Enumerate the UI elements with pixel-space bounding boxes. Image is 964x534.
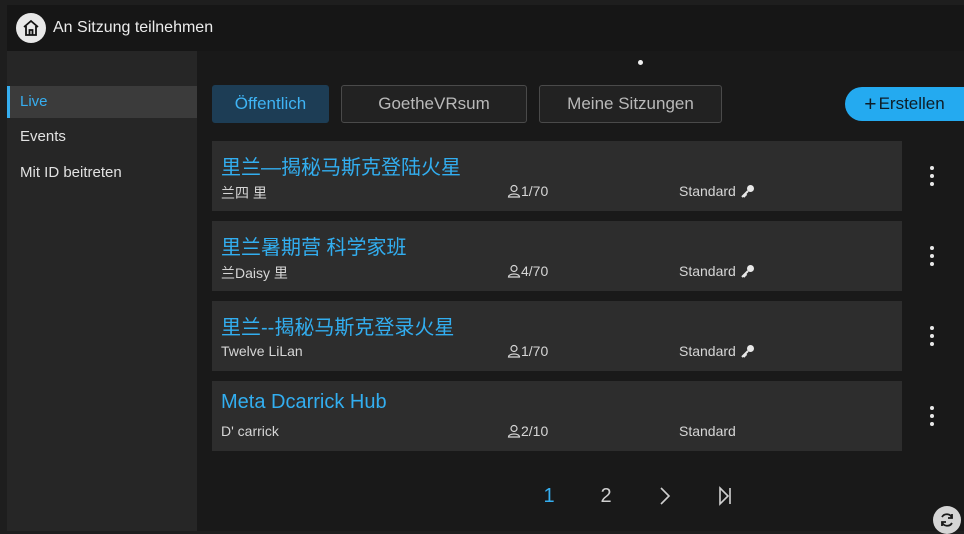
create-button-label: Erstellen xyxy=(878,94,945,113)
session-title: 里兰—揭秘马斯克登陆火星 xyxy=(221,157,461,179)
key-icon xyxy=(741,265,754,278)
page-indicator-dot xyxy=(638,60,643,65)
session-type-label: Standard xyxy=(679,343,736,359)
more-options-icon[interactable] xyxy=(917,221,947,291)
session-user-count: 2/10 xyxy=(521,423,549,439)
main-panel: Öffentlich GoetheVRsum Meine Sitzungen +… xyxy=(197,51,964,534)
session-user-count: 1/70 xyxy=(521,343,549,359)
sidebar-item-live[interactable]: Live xyxy=(7,86,197,118)
user-icon xyxy=(507,424,521,438)
session-user-count: 4/70 xyxy=(521,263,549,279)
page-2-button[interactable]: 2 xyxy=(594,481,618,511)
more-options-icon[interactable] xyxy=(917,141,947,211)
session-type-label: Standard xyxy=(679,423,736,439)
user-icon xyxy=(507,344,521,358)
key-icon xyxy=(741,345,754,358)
session-card[interactable]: 里兰—揭秘马斯克登陆火星 兰四 里 1/70 Standard xyxy=(212,141,902,211)
plus-icon: + xyxy=(864,92,877,116)
session-owner: D' carrick xyxy=(221,423,279,439)
chevron-right-icon[interactable] xyxy=(653,481,677,511)
key-icon xyxy=(741,185,754,198)
sidebar-item-join-by-id[interactable]: Mit ID beitreten xyxy=(7,157,197,189)
page-title: An Sitzung teilnehmen xyxy=(53,19,214,36)
session-title: 里兰暑期营 科学家班 xyxy=(221,237,407,259)
refresh-icon[interactable] xyxy=(933,506,961,534)
session-owner: 兰四 里 xyxy=(221,185,267,201)
home-icon[interactable] xyxy=(16,13,46,43)
session-title: 里兰--揭秘马斯克登录火星 xyxy=(221,317,455,339)
session-users: 2/10 xyxy=(507,423,548,439)
more-options-icon[interactable] xyxy=(917,381,947,451)
session-type: Standard xyxy=(679,263,756,279)
tab-goethevrsum[interactable]: GoetheVRsum xyxy=(341,85,527,123)
session-card[interactable]: 里兰--揭秘马斯克登录火星 Twelve LiLan 1/70 Standard xyxy=(212,301,902,371)
session-users: 1/70 xyxy=(507,343,548,359)
session-users: 4/70 xyxy=(507,263,548,279)
skip-to-last-icon[interactable] xyxy=(713,481,737,511)
session-type: Standard xyxy=(679,343,756,359)
session-user-count: 1/70 xyxy=(521,183,549,199)
session-owner: 兰Daisy 里 xyxy=(221,265,288,281)
tab-my-sessions[interactable]: Meine Sitzungen xyxy=(539,85,722,123)
tab-public[interactable]: Öffentlich xyxy=(212,85,329,123)
session-type-label: Standard xyxy=(679,183,736,199)
sidebar-item-events[interactable]: Events xyxy=(7,121,197,153)
user-icon xyxy=(507,264,521,278)
session-type: Standard xyxy=(679,423,736,439)
more-options-icon[interactable] xyxy=(917,301,947,371)
sidebar: Live Events Mit ID beitreten xyxy=(7,51,197,531)
title-bar: An Sitzung teilnehmen xyxy=(7,5,964,51)
session-card[interactable]: 里兰暑期营 科学家班 兰Daisy 里 4/70 Standard xyxy=(212,221,902,291)
session-card[interactable]: Meta Dcarrick Hub D' carrick 2/10 Standa… xyxy=(212,381,902,451)
session-title: Meta Dcarrick Hub xyxy=(221,391,387,413)
create-button[interactable]: + Erstellen xyxy=(845,87,964,121)
user-icon xyxy=(507,184,521,198)
session-type-label: Standard xyxy=(679,263,736,279)
page-1-button[interactable]: 1 xyxy=(537,481,561,511)
session-owner: Twelve LiLan xyxy=(221,343,303,359)
session-type: Standard xyxy=(679,183,756,199)
session-users: 1/70 xyxy=(507,183,548,199)
